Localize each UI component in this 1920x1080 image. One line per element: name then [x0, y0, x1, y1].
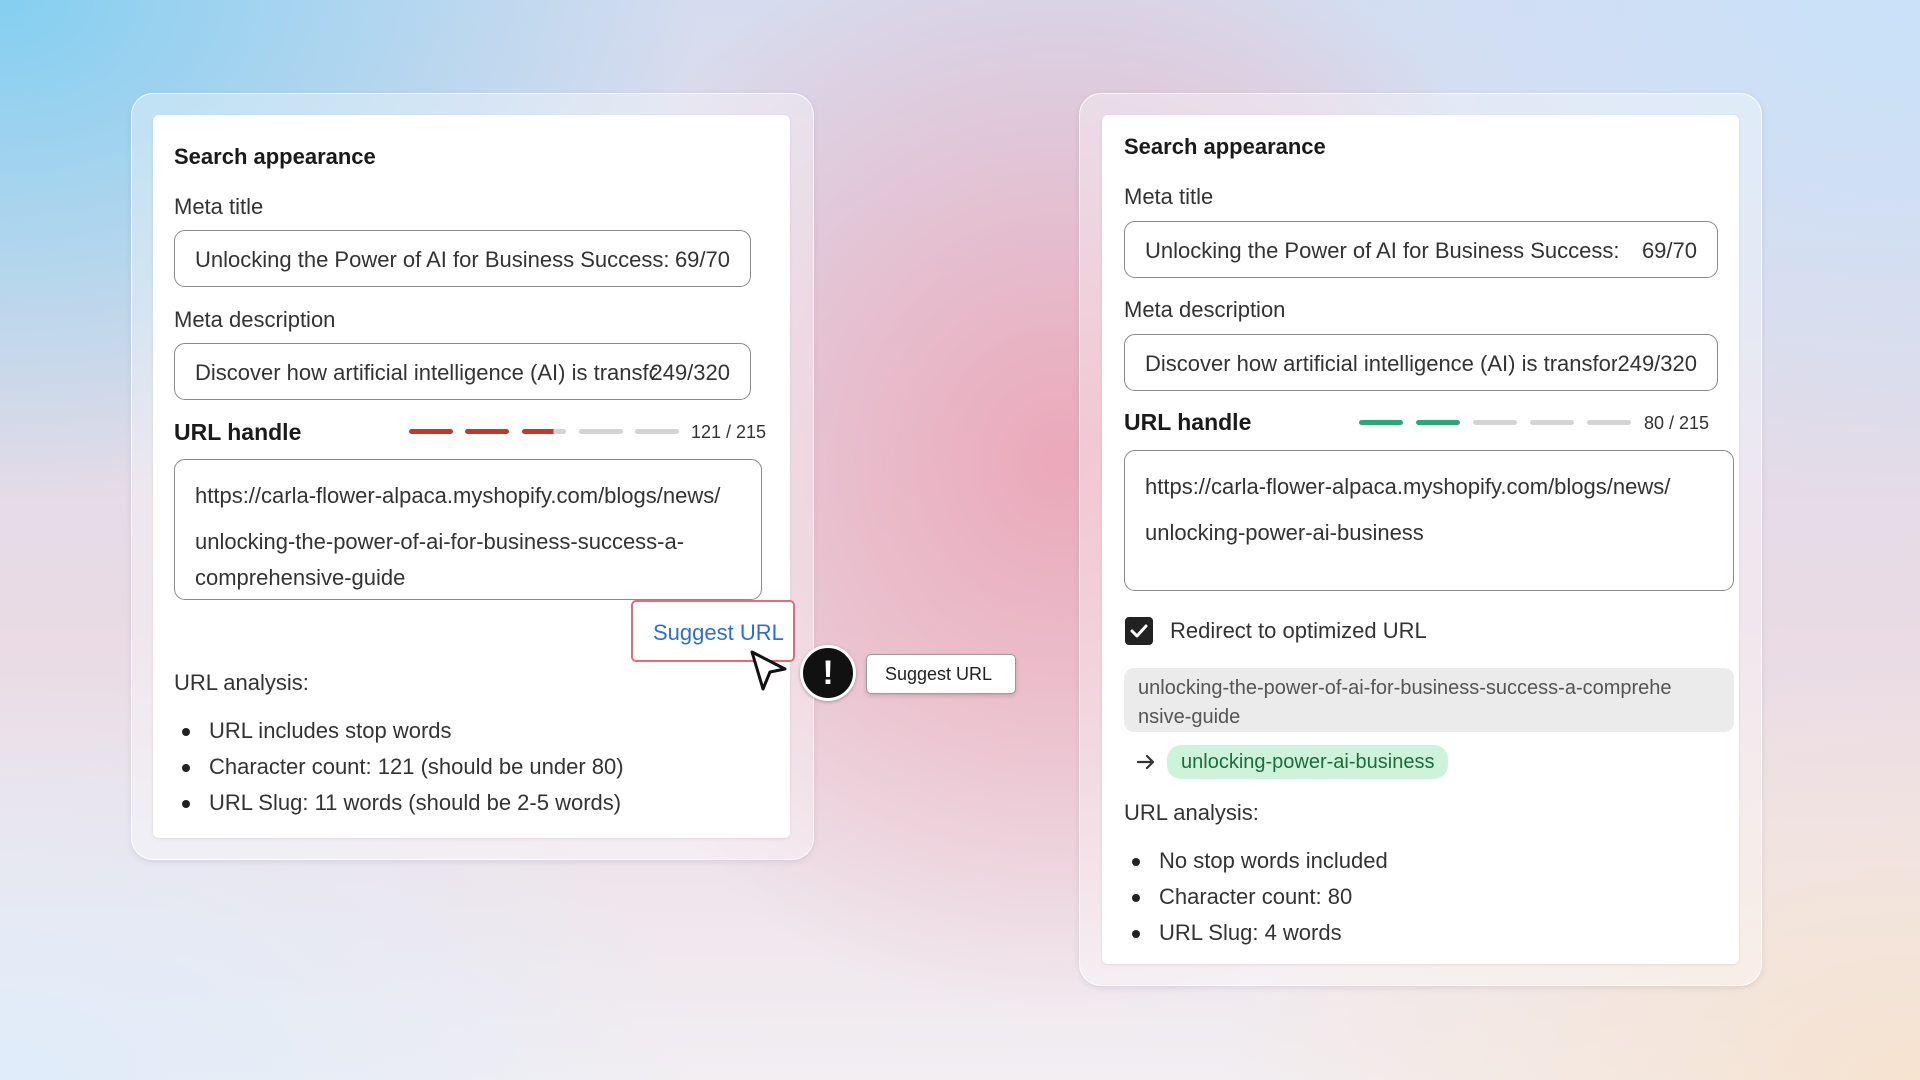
bullet-dot: [1132, 858, 1140, 866]
url-line-slug: unlocking-power-ai-business: [1145, 520, 1424, 545]
url-score-segment: [522, 429, 566, 434]
url-score-segment: [1530, 420, 1574, 425]
meta-description-count: 249/320: [1617, 351, 1697, 376]
url-score-count: 121 / 215: [691, 422, 767, 442]
bullet-dot: [182, 800, 190, 808]
url-line-base: https://carla-flower-alpaca.myshopify.co…: [195, 483, 721, 508]
meta-description-input[interactable]: Discover how artificial intelligence (AI…: [1124, 334, 1718, 391]
analysis-item-text: No stop words included: [1159, 848, 1388, 873]
checkmark-icon: [1130, 624, 1148, 638]
url-analysis-list: No stop words included Character count: …: [1124, 843, 1388, 951]
meta-description-input[interactable]: Discover how artificial intelligence (AI…: [174, 343, 751, 400]
analysis-item-text: Character count: 121 (should be under 80…: [209, 754, 624, 779]
url-score-meter: [1359, 420, 1631, 426]
section-title: Search appearance: [1124, 134, 1326, 159]
list-item: URL Slug: 4 words: [1124, 915, 1388, 951]
list-item: URL includes stop words: [174, 713, 624, 749]
url-handle-textarea[interactable]: https://carla-flower-alpaca.myshopify.co…: [174, 459, 762, 600]
bullet-dot: [1132, 894, 1140, 902]
left-search-appearance-card: Search appearance Meta title Unlocking t…: [153, 115, 795, 838]
url-analysis-title: URL analysis:: [1124, 800, 1259, 825]
meta-title-label: Meta title: [1124, 184, 1214, 209]
url-handle-label: URL handle: [174, 419, 302, 445]
url-score-segment: [465, 429, 509, 434]
arrow-right-icon: [1136, 754, 1155, 770]
url-handle-textarea[interactable]: https://carla-flower-alpaca.myshopify.co…: [1124, 450, 1734, 591]
suggest-url-tooltip: Suggest URL: [866, 654, 1016, 694]
meta-title-count: 69/70: [1641, 238, 1697, 263]
url-score-segment: [1416, 420, 1460, 425]
bullet-dot: [1132, 930, 1140, 938]
meta-title-label: Meta title: [174, 194, 264, 219]
suggest-url-label: Suggest URL: [653, 620, 784, 645]
url-handle-label: URL handle: [1124, 409, 1252, 435]
list-item: Character count: 121 (should be under 80…: [174, 749, 624, 785]
new-slug-badge: unlocking-power-ai-business: [1167, 745, 1449, 779]
url-line-slug-cont: comprehensive-guide: [195, 565, 406, 590]
analysis-item-text: Character count: 80: [1159, 884, 1353, 909]
pointer-cursor-icon: [750, 650, 787, 691]
exclamation-icon: !: [800, 645, 856, 701]
meta-description-label: Meta description: [174, 307, 336, 332]
url-score-segment: [579, 429, 623, 434]
list-item: URL Slug: 11 words (should be 2-5 words): [174, 785, 624, 821]
bullet-dot: [182, 728, 190, 736]
url-score-segment: [1587, 420, 1631, 425]
list-item: Character count: 80: [1124, 879, 1388, 915]
old-slug-box: unlocking-the-power-of-ai-for-business-s…: [1124, 668, 1734, 732]
meta-description-value: Discover how artificial intelligence (AI…: [1145, 351, 1617, 376]
url-line-slug: unlocking-the-power-of-ai-for-business-s…: [195, 529, 685, 554]
url-score-segment: [635, 429, 679, 434]
meta-title-value: Unlocking the Power of AI for Business S…: [195, 247, 673, 272]
url-score-segment: [1473, 420, 1517, 425]
meta-title-input[interactable]: Unlocking the Power of AI for Business S…: [174, 230, 751, 287]
list-item: No stop words included: [1124, 843, 1388, 879]
url-score-count: 80 / 215: [1644, 413, 1710, 433]
meta-description-count: 249/320: [650, 360, 730, 385]
right-search-appearance-card: Search appearance Meta title Unlocking t…: [1102, 115, 1739, 964]
meta-title-count: 69/70: [674, 247, 730, 272]
meta-title-input[interactable]: Unlocking the Power of AI for Business S…: [1124, 221, 1718, 278]
redirect-checkbox[interactable]: [1125, 617, 1153, 645]
meta-description-value: Discover how artificial intelligence (AI…: [195, 360, 657, 385]
url-line-base: https://carla-flower-alpaca.myshopify.co…: [1145, 474, 1671, 499]
url-analysis-list: URL includes stop words Character count:…: [174, 713, 624, 821]
tooltip-label: Suggest URL: [885, 664, 993, 684]
meta-title-value: Unlocking the Power of AI for Business S…: [1145, 238, 1623, 263]
url-score-meter: [409, 429, 679, 435]
new-slug-text: unlocking-power-ai-business: [1181, 751, 1435, 773]
bullet-dot: [182, 764, 190, 772]
url-score-segment: [409, 429, 453, 434]
analysis-item-text: URL Slug: 4 words: [1159, 920, 1342, 945]
section-title: Search appearance: [174, 144, 376, 169]
analysis-item-text: URL Slug: 11 words (should be 2-5 words): [209, 790, 622, 815]
meta-description-label: Meta description: [1124, 297, 1286, 322]
url-score-segment: [1359, 420, 1403, 425]
old-slug-text: unlocking-the-power-of-ai-for-business-s…: [1138, 677, 1672, 728]
analysis-item-text: URL includes stop words: [209, 718, 452, 743]
redirect-label[interactable]: Redirect to optimized URL: [1170, 618, 1427, 644]
url-analysis-title: URL analysis:: [174, 670, 309, 695]
